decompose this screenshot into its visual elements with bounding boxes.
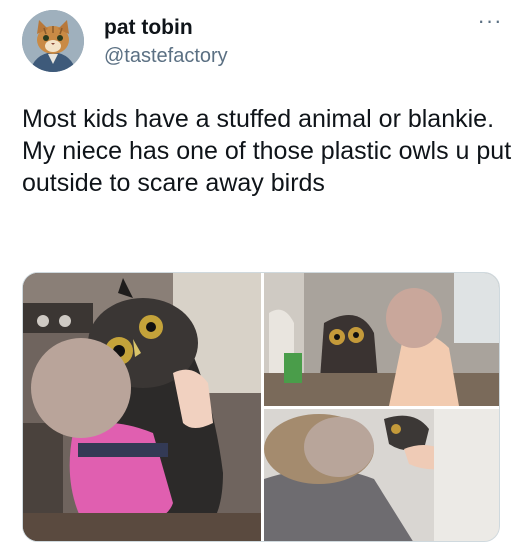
author-handle[interactable]: @tastefactory	[104, 44, 228, 68]
more-options-icon[interactable]: ···	[474, 10, 506, 34]
photo-child-with-owl-at-table[interactable]	[264, 273, 499, 406]
media-grid[interactable]	[22, 272, 500, 542]
author-name[interactable]: pat tobin	[104, 16, 193, 40]
photo-child-hugging-owl[interactable]	[23, 273, 261, 541]
photo-child-lying-with-owl[interactable]	[264, 409, 499, 541]
tweet-text: Most kids have a stuffed animal or blank…	[22, 105, 512, 197]
tweet-card: pat tobin @tastefactory ··· Most kids ha…	[0, 0, 519, 549]
cat-avatar-icon[interactable]	[22, 10, 84, 72]
